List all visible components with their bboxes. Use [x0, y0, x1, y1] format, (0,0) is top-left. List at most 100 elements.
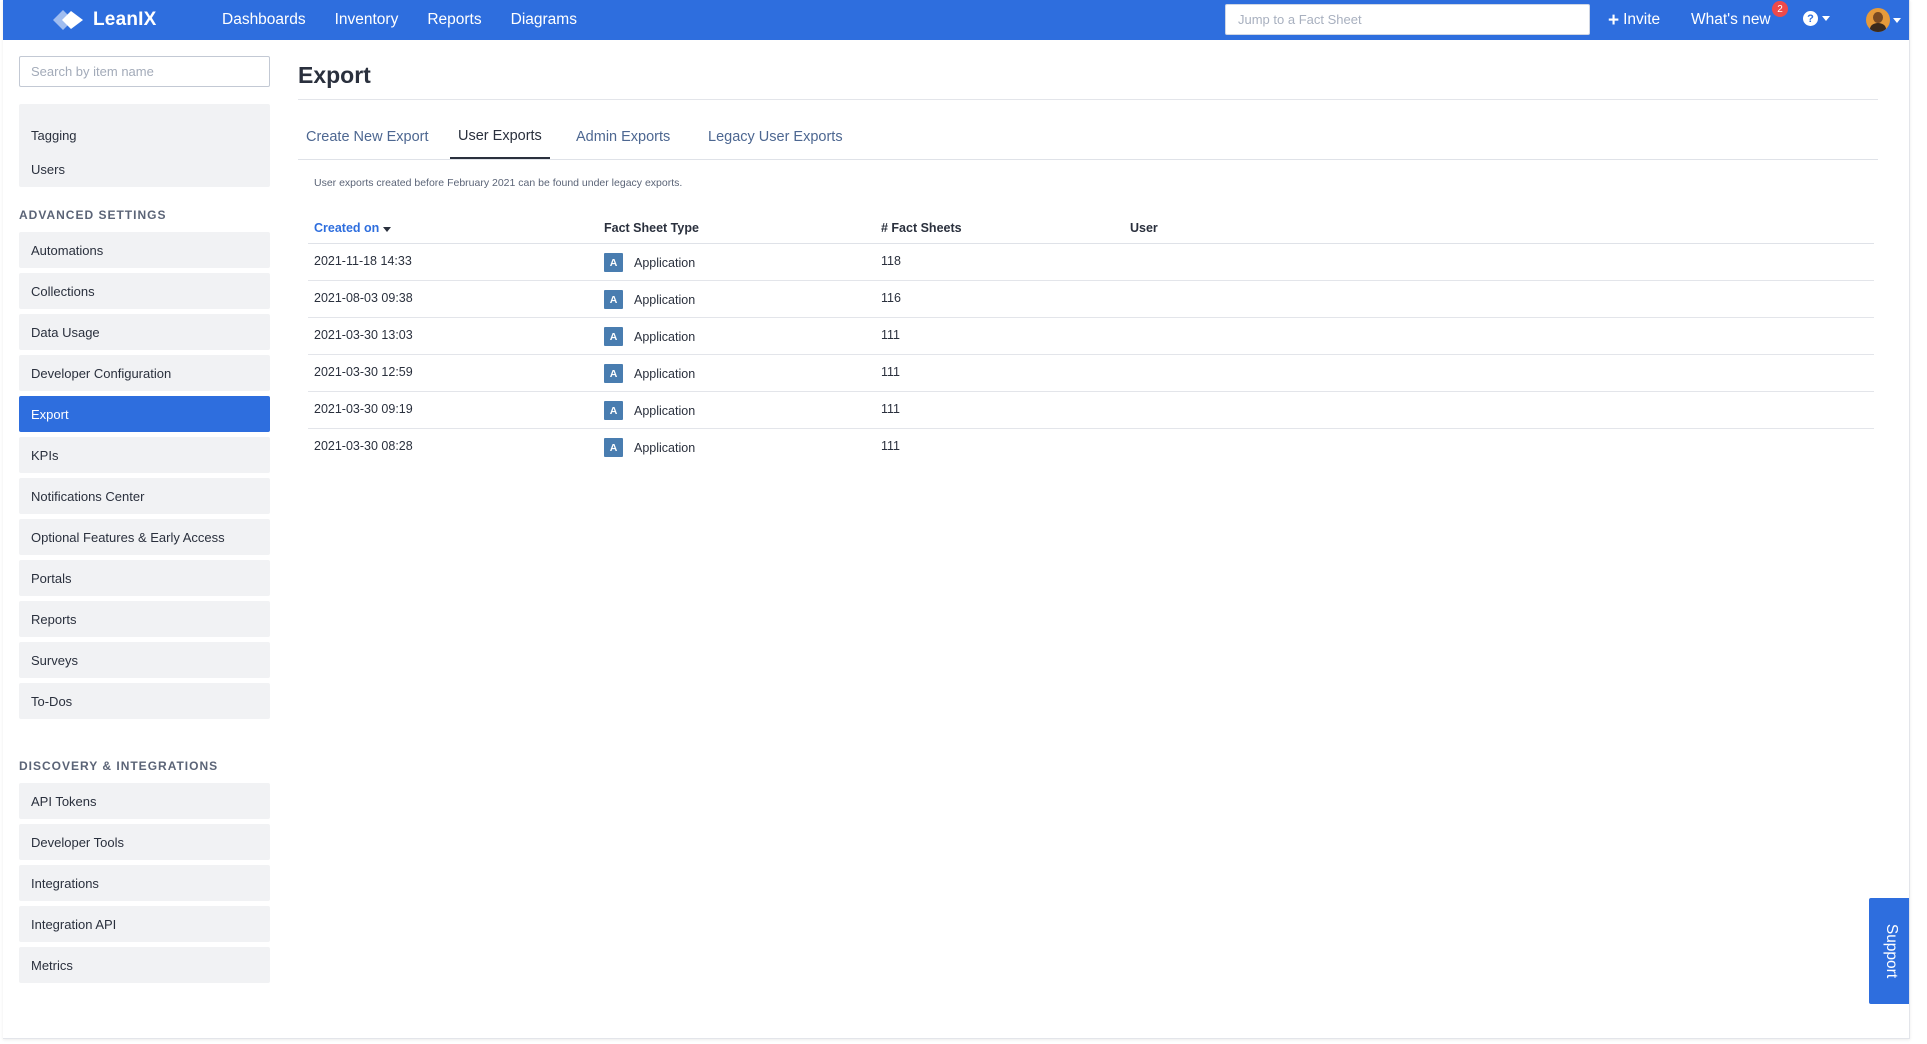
- app-name: LeanIX: [93, 9, 157, 30]
- application-type-icon: A: [604, 438, 623, 457]
- whats-new-count-badge: 2: [1772, 1, 1788, 17]
- sidebar-item-notifications-center[interactable]: Notifications Center: [19, 478, 270, 514]
- chevron-down-icon: [1893, 17, 1901, 23]
- user-menu-button[interactable]: [1866, 8, 1901, 32]
- sidebar-item-integration-api[interactable]: Integration API: [19, 906, 270, 942]
- fact-sheet-type-label: Application: [634, 292, 696, 307]
- fact-sheet-count-cell: 111: [881, 439, 901, 453]
- created-on-cell: 2021-08-03 09:38: [314, 291, 413, 305]
- divider: [298, 99, 1878, 100]
- tab-create-new-export[interactable]: Create New Export: [298, 114, 437, 159]
- fact-sheet-type-cell: A Application: [604, 253, 695, 272]
- application-type-icon: A: [604, 253, 623, 272]
- sidebar-item-developer-tools[interactable]: Developer Tools: [19, 824, 270, 860]
- sort-descending-icon: [383, 226, 392, 232]
- invite-label: Invite: [1623, 11, 1661, 28]
- tab-admin-exports[interactable]: Admin Exports: [568, 114, 678, 159]
- table-row[interactable]: 2021-03-30 08:28 A Application 111: [308, 429, 1874, 466]
- fact-sheet-count-cell: 111: [881, 402, 901, 416]
- fact-sheet-count-cell: 118: [881, 254, 901, 268]
- sidebar-item-metrics[interactable]: Metrics: [19, 947, 270, 983]
- column-header-created-on[interactable]: Created on: [314, 221, 392, 235]
- sidebar-item-export[interactable]: Export: [19, 396, 270, 432]
- table-row[interactable]: 2021-03-30 13:03 A Application 111: [308, 318, 1874, 355]
- application-type-icon: A: [604, 401, 623, 420]
- fact-sheet-type-cell: A Application: [604, 438, 695, 457]
- sidebar-item-reports[interactable]: Reports: [19, 601, 270, 637]
- sidebar-item-data-usage[interactable]: Data Usage: [19, 314, 270, 350]
- avatar: [1866, 8, 1890, 32]
- legacy-exports-note: User exports created before February 202…: [314, 177, 683, 189]
- fact-sheet-count-cell: 111: [881, 328, 901, 342]
- nav-inventory[interactable]: Inventory: [335, 11, 399, 29]
- sidebar-item-users[interactable]: Users: [19, 151, 270, 187]
- chevron-down-icon: [1822, 16, 1830, 21]
- created-on-cell: 2021-03-30 08:28: [314, 439, 413, 453]
- fact-sheet-count-cell: 111: [881, 365, 901, 379]
- fact-sheet-type-cell: A Application: [604, 364, 695, 383]
- sidebar-item-kpis[interactable]: KPIs: [19, 437, 270, 473]
- tab-legacy-user-exports[interactable]: Legacy User Exports: [700, 114, 851, 159]
- fact-sheet-type-label: Application: [634, 440, 696, 455]
- sidebar-item-tagging[interactable]: Tagging: [19, 117, 270, 153]
- sidebar-item-api-tokens[interactable]: API Tokens: [19, 783, 270, 819]
- plus-icon: +: [1608, 9, 1620, 31]
- user-exports-table: Created on Fact Sheet Type # Fact Sheets…: [308, 212, 1874, 466]
- sidebar-item-collections[interactable]: Collections: [19, 273, 270, 309]
- section-heading-advanced-settings: ADVANCED SETTINGS: [19, 208, 167, 222]
- app-window: LeanIX Dashboards Inventory Reports Diag…: [3, 0, 1910, 1039]
- invite-button[interactable]: + Invite: [1608, 0, 1660, 40]
- sidebar-item-optional-features[interactable]: Optional Features & Early Access: [19, 519, 270, 555]
- fact-sheet-type-label: Application: [634, 255, 696, 270]
- table-header: Created on Fact Sheet Type # Fact Sheets…: [308, 212, 1874, 244]
- whats-new-button[interactable]: What's new: [1691, 0, 1771, 40]
- help-menu-button[interactable]: ?: [1803, 11, 1830, 26]
- export-tabs: Create New Export User Exports Admin Exp…: [298, 114, 1878, 160]
- table-row[interactable]: 2021-08-03 09:38 A Application 116: [308, 281, 1874, 318]
- fact-sheet-type-cell: A Application: [604, 327, 695, 346]
- top-navigation-bar: LeanIX Dashboards Inventory Reports Diag…: [3, 0, 1909, 40]
- fact-sheet-type-label: Application: [634, 329, 696, 344]
- column-header-user: User: [1130, 221, 1158, 235]
- fact-sheet-type-label: Application: [634, 403, 696, 418]
- application-type-icon: A: [604, 290, 623, 309]
- nav-diagrams[interactable]: Diagrams: [511, 11, 577, 29]
- fact-sheet-count-cell: 116: [881, 291, 901, 305]
- question-circle-icon: ?: [1803, 11, 1818, 26]
- leanix-logo[interactable]: LeanIX: [51, 7, 157, 33]
- fact-sheet-type-cell: A Application: [604, 401, 695, 420]
- created-on-cell: 2021-03-30 13:03: [314, 328, 413, 342]
- page-title: Export: [298, 62, 371, 88]
- main-nav: Dashboards Inventory Reports Diagrams: [222, 0, 606, 40]
- column-header-fact-sheet-type: Fact Sheet Type: [604, 221, 699, 235]
- sidebar-search-input[interactable]: [19, 56, 270, 87]
- column-header-fact-sheet-count: # Fact Sheets: [881, 221, 962, 235]
- sidebar-item-integrations[interactable]: Integrations: [19, 865, 270, 901]
- application-type-icon: A: [604, 327, 623, 346]
- table-row[interactable]: 2021-11-18 14:33 A Application 118: [308, 244, 1874, 281]
- nav-reports[interactable]: Reports: [427, 11, 481, 29]
- fact-sheet-search-input[interactable]: [1225, 4, 1590, 35]
- leanix-logo-icon: [53, 10, 83, 30]
- tab-user-exports[interactable]: User Exports: [450, 114, 550, 159]
- created-on-cell: 2021-03-30 12:59: [314, 365, 413, 379]
- section-heading-discovery-integrations: DISCOVERY & INTEGRATIONS: [19, 759, 219, 773]
- application-type-icon: A: [604, 364, 623, 383]
- sidebar-item-surveys[interactable]: Surveys: [19, 642, 270, 678]
- fact-sheet-type-cell: A Application: [604, 290, 695, 309]
- sidebar-item-automations[interactable]: Automations: [19, 232, 270, 268]
- sidebar-item-to-dos[interactable]: To-Dos: [19, 683, 270, 719]
- table-row[interactable]: 2021-03-30 09:19 A Application 111: [308, 392, 1874, 429]
- sidebar-item-developer-configuration[interactable]: Developer Configuration: [19, 355, 270, 391]
- whats-new-label: What's new: [1691, 11, 1771, 28]
- nav-dashboards[interactable]: Dashboards: [222, 11, 306, 29]
- created-on-cell: 2021-11-18 14:33: [314, 254, 412, 268]
- fact-sheet-type-label: Application: [634, 366, 696, 381]
- created-on-cell: 2021-03-30 09:19: [314, 402, 413, 416]
- column-header-label: Created on: [314, 221, 380, 235]
- sidebar-item-portals[interactable]: Portals: [19, 560, 270, 596]
- admin-sidebar: Subscription Roles Tagging Users ADVANCE…: [15, 40, 270, 1038]
- support-button[interactable]: Support: [1869, 898, 1909, 1004]
- support-label: Support: [1883, 923, 1900, 979]
- table-row[interactable]: 2021-03-30 12:59 A Application 111: [308, 355, 1874, 392]
